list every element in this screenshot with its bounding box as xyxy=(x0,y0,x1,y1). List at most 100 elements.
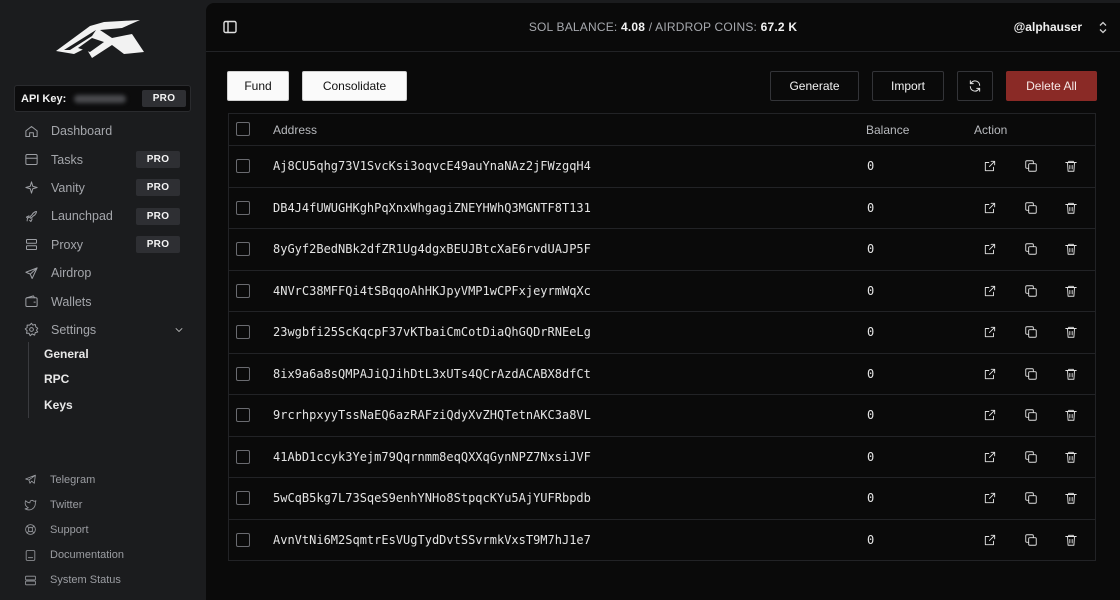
row-checkbox[interactable] xyxy=(236,159,250,173)
row-checkbox[interactable] xyxy=(236,242,250,256)
sidebar-item-label: Settings xyxy=(51,322,97,337)
sidebar-item-label: Launchpad xyxy=(51,209,113,224)
trash-icon xyxy=(1065,368,1077,380)
delete-button[interactable] xyxy=(1064,491,1078,505)
book-icon xyxy=(25,549,36,561)
open-external-button[interactable] xyxy=(983,201,997,215)
row-checkbox[interactable] xyxy=(236,200,250,215)
sidebar-item-dashboard[interactable]: Dashboard xyxy=(14,117,191,145)
wallet-address: DB4J4fUWUGHKghPqXnxWhgagiZNEYHWhQ3MGNTF8… xyxy=(273,200,591,215)
row-checkbox[interactable] xyxy=(236,283,250,298)
row-checkbox[interactable] xyxy=(236,408,250,422)
pro-badge: PRO xyxy=(136,179,180,197)
delete-button[interactable] xyxy=(1064,284,1078,298)
wallet-balance: 0 xyxy=(867,449,875,464)
copy-button[interactable] xyxy=(1024,201,1038,215)
row-checkbox[interactable] xyxy=(236,366,250,381)
select-all-checkbox[interactable] xyxy=(236,122,250,136)
table-header: Address Balance Action xyxy=(229,114,1095,146)
sidebar-subitem-general[interactable]: General xyxy=(29,342,89,367)
sidebar-item-proxy[interactable]: Proxy PRO xyxy=(14,231,191,259)
open-external-button[interactable] xyxy=(983,408,997,422)
footer-link-label: Telegram xyxy=(50,473,96,486)
wallets-table: Address Balance Action Aj8CU5qhg73V1SvcK… xyxy=(228,113,1096,561)
copy-button[interactable] xyxy=(1024,408,1038,422)
sidebar-subitem-rpc[interactable]: RPC xyxy=(29,367,89,392)
delete-button[interactable] xyxy=(1064,201,1078,215)
copy-button[interactable] xyxy=(1024,533,1038,547)
wallet-balance: 0 xyxy=(867,200,875,215)
open-external-button[interactable] xyxy=(983,367,997,381)
sidebar-item-label: Proxy xyxy=(51,237,83,252)
open-external-button[interactable] xyxy=(983,450,997,464)
open-external-button[interactable] xyxy=(983,284,997,298)
gear-icon xyxy=(24,323,39,337)
copy-icon xyxy=(1025,533,1037,546)
wallet-balance: 0 xyxy=(867,408,875,422)
sidebar-item-airdrop[interactable]: Airdrop xyxy=(14,259,191,287)
row-checkbox[interactable] xyxy=(236,532,250,547)
delete-button[interactable] xyxy=(1064,242,1078,256)
copy-button[interactable] xyxy=(1024,367,1038,381)
footer-link-support[interactable]: Support xyxy=(14,517,191,542)
table-row: 8ix9a6a8sQMPAJiQJihDtL3xUTs4QCrAzdACABX8… xyxy=(229,354,1095,395)
footer-link-documentation[interactable]: Documentation xyxy=(14,543,191,568)
pro-badge: PRO xyxy=(136,207,180,225)
sidebar-item-tasks[interactable]: Tasks PRO xyxy=(14,145,191,173)
support-icon xyxy=(25,524,36,536)
sidebar-item-settings[interactable]: Settings xyxy=(14,316,191,344)
refresh-button[interactable] xyxy=(957,71,993,101)
footer-link-twitter[interactable]: Twitter xyxy=(14,492,191,517)
delete-button[interactable] xyxy=(1064,533,1078,547)
trash-icon xyxy=(1065,451,1077,463)
copy-button[interactable] xyxy=(1024,159,1038,173)
import-button[interactable]: Import xyxy=(872,71,944,101)
sidebar: API Key: PRO Dashboard Tasks PRO Vanity … xyxy=(0,0,205,600)
table-row: AvnVtNi6M2SqmtrEsVUgTydDvtSSvrmkVxsT9M7h… xyxy=(229,520,1095,562)
column-header-address: Address xyxy=(273,122,318,137)
copy-button[interactable] xyxy=(1024,450,1038,464)
copy-icon xyxy=(1025,284,1037,297)
user-menu[interactable]: @alphauser xyxy=(1014,20,1082,34)
copy-button[interactable] xyxy=(1024,284,1038,298)
sidebar-item-launchpad[interactable]: Launchpad PRO xyxy=(14,202,191,230)
footer-link-label: Twitter xyxy=(50,498,83,511)
consolidate-button[interactable]: Consolidate xyxy=(302,71,407,101)
sidebar-item-vanity[interactable]: Vanity PRO xyxy=(14,174,191,202)
delete-button[interactable] xyxy=(1064,159,1078,173)
open-external-button[interactable] xyxy=(983,491,997,505)
main-nav: Dashboard Tasks PRO Vanity PRO Launchpad… xyxy=(14,117,191,344)
copy-button[interactable] xyxy=(1024,325,1038,339)
delete-all-button[interactable]: Delete All xyxy=(1006,71,1097,101)
trash-icon xyxy=(1065,326,1077,338)
brand-logo xyxy=(56,20,144,58)
delete-button[interactable] xyxy=(1064,325,1078,339)
table-row: DB4J4fUWUGHKghPqXnxWhgagiZNEYHWhQ3MGNTF8… xyxy=(229,188,1095,229)
wallet-balance: 0 xyxy=(867,283,875,298)
row-checkbox[interactable] xyxy=(236,449,250,464)
copy-button[interactable] xyxy=(1024,242,1038,256)
open-external-button[interactable] xyxy=(983,242,997,256)
copy-icon xyxy=(1025,326,1037,338)
sidebar-subitem-keys[interactable]: Keys xyxy=(29,393,89,418)
open-external-button[interactable] xyxy=(983,533,997,547)
delete-button[interactable] xyxy=(1064,367,1078,381)
row-checkbox[interactable] xyxy=(236,491,250,505)
delete-button[interactable] xyxy=(1064,450,1078,464)
open-external-button[interactable] xyxy=(983,325,997,339)
sidebar-item-label: Dashboard xyxy=(51,124,113,139)
generate-button[interactable]: Generate xyxy=(770,71,859,101)
open-external-button[interactable] xyxy=(983,159,997,173)
sidebar-item-wallets[interactable]: Wallets xyxy=(14,287,191,315)
trash-icon xyxy=(1065,534,1077,546)
footer-link-telegram[interactable]: Telegram xyxy=(14,467,191,492)
wallet-address: 4NVrC38MFFQi4tSBqqoAhHKJpyVMP1wCPFxjeyrm… xyxy=(273,283,591,298)
row-checkbox[interactable] xyxy=(236,325,250,339)
fund-button[interactable]: Fund xyxy=(227,71,289,101)
delete-button[interactable] xyxy=(1064,408,1078,422)
copy-button[interactable] xyxy=(1024,491,1038,505)
chevron-up-down-icon[interactable] xyxy=(1098,21,1108,34)
footer-link-system-status[interactable]: System Status xyxy=(14,568,191,593)
external-link-icon xyxy=(984,202,996,213)
chevron-down-icon[interactable] xyxy=(173,324,185,336)
